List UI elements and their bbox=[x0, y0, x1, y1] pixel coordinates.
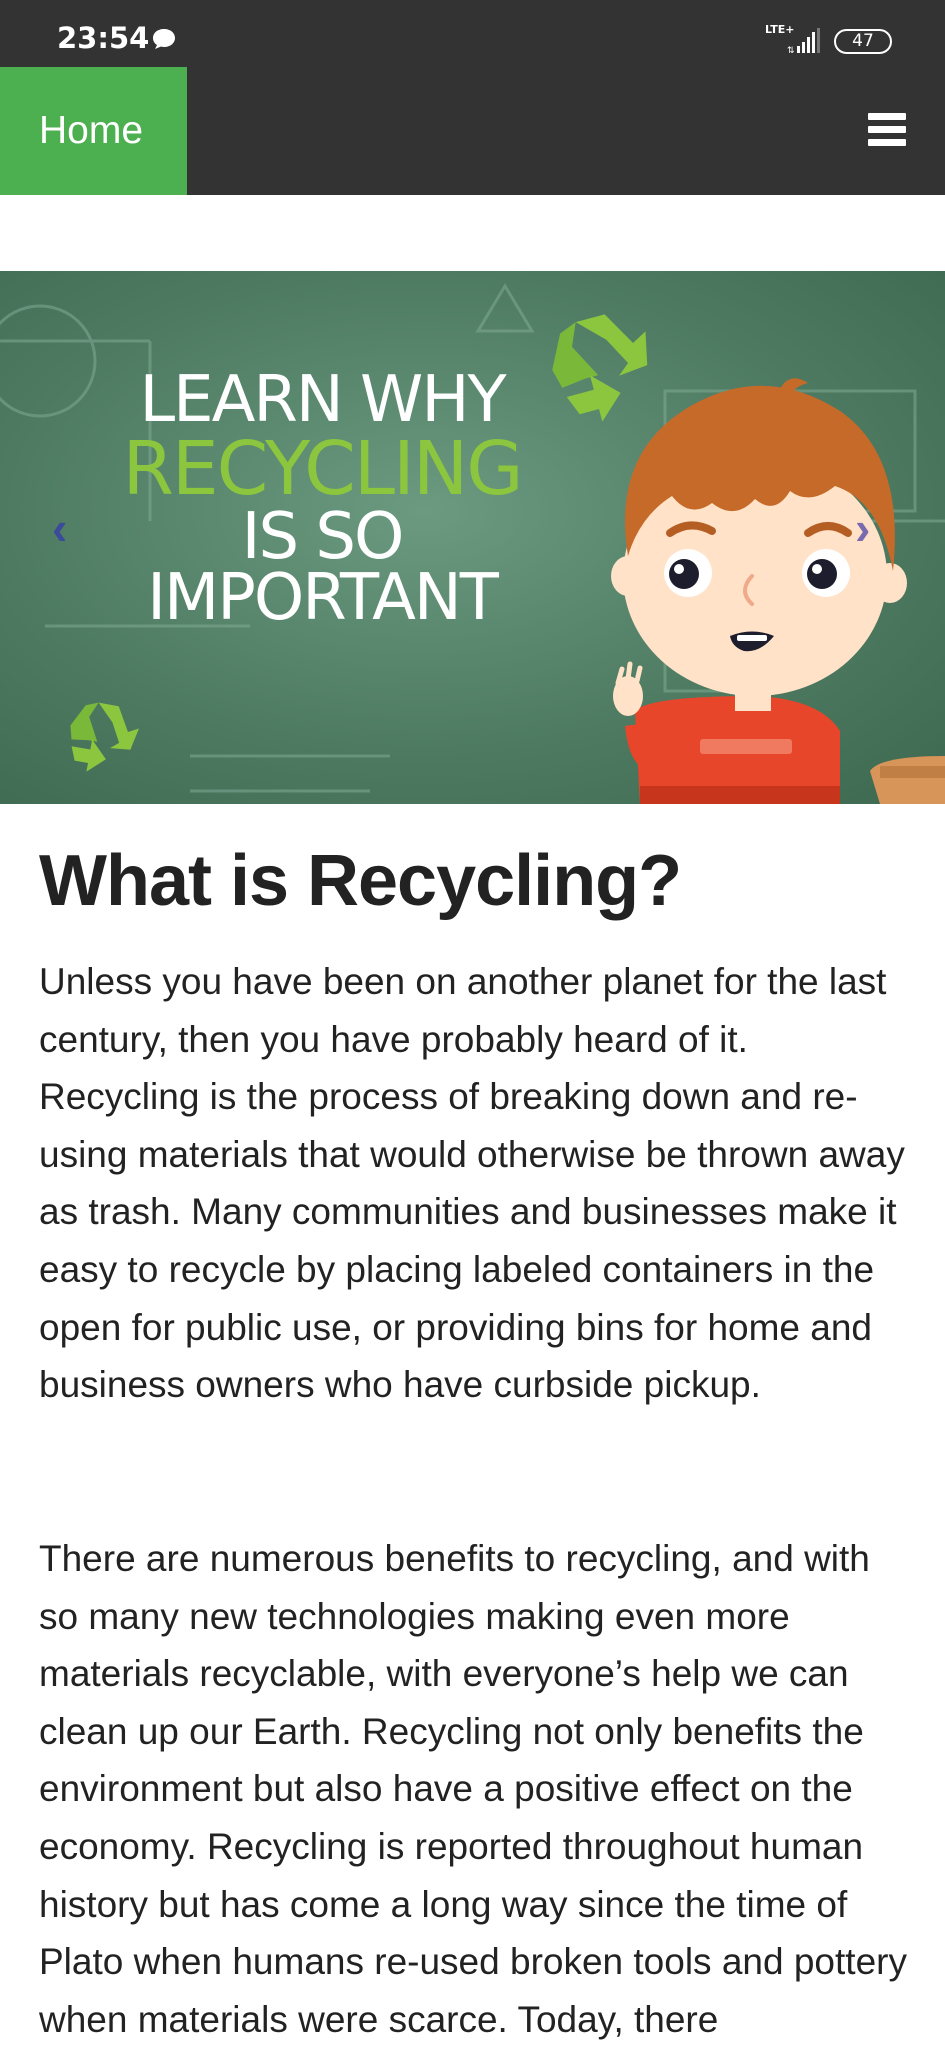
hero-line-1: LEARN WHY bbox=[139, 363, 506, 437]
article-title: What is Recycling? bbox=[39, 841, 682, 921]
article-paragraph: Unless you have been on another planet f… bbox=[39, 961, 905, 1406]
battery-icon: 47 bbox=[834, 29, 892, 54]
battery-level: 47 bbox=[852, 31, 874, 51]
hero-headline: LEARN WHY RECYCLING IS SO IMPORTANT bbox=[82, 363, 562, 635]
nav-bar: Home bbox=[0, 67, 945, 195]
status-time: 23:54 bbox=[57, 21, 150, 55]
status-bar: 23:54 LTE+ ⇅ 47 bbox=[0, 0, 945, 67]
nav-home-link[interactable]: Home bbox=[0, 67, 187, 195]
chevron-left-icon[interactable]: ‹ bbox=[52, 501, 67, 555]
menu-bar bbox=[868, 113, 906, 120]
article-paragraph: There are numerous benefits to recycling… bbox=[39, 1538, 907, 2040]
hamburger-menu-icon[interactable] bbox=[868, 113, 906, 149]
hero-banner[interactable]: LEARN WHY RECYCLING IS SO IMPORTANT ‹ › bbox=[0, 271, 945, 804]
chevron-right-icon[interactable]: › bbox=[855, 501, 870, 555]
message-icon bbox=[153, 29, 175, 49]
menu-bar bbox=[868, 126, 906, 133]
signal-icon: ⇅ bbox=[787, 28, 820, 55]
svg-text:⇅: ⇅ bbox=[787, 46, 795, 55]
hero-line-3: IS SO bbox=[241, 500, 405, 574]
hero-line-4: IMPORTANT bbox=[147, 561, 499, 635]
menu-bar bbox=[868, 139, 906, 146]
hero-line-2: RECYCLING bbox=[122, 426, 523, 512]
